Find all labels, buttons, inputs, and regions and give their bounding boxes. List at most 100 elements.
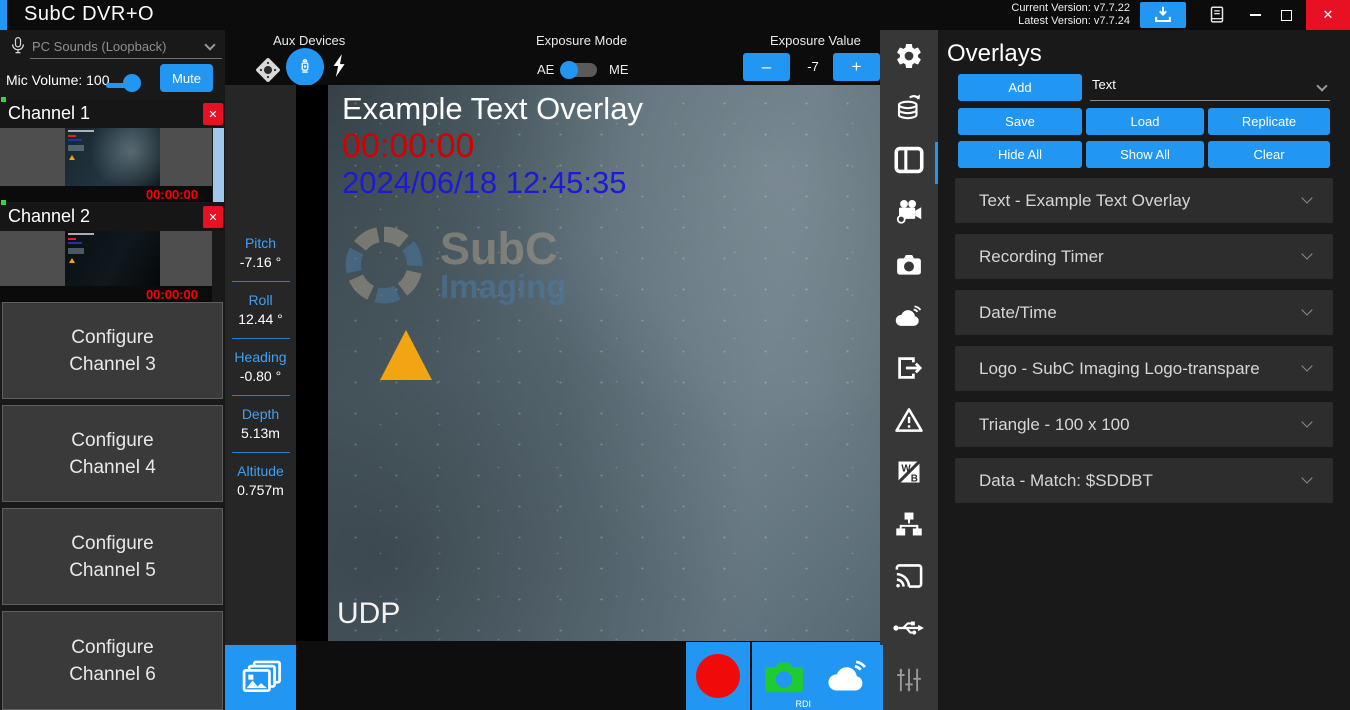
layout-button[interactable]	[880, 134, 938, 186]
channel-name: Channel 2	[8, 206, 90, 227]
overlay-list: Text - Example Text Overlay Recording Ti…	[955, 178, 1333, 514]
channel-1-header: Channel 1 ✕	[0, 100, 225, 128]
snapshot-button[interactable]: RDI	[752, 642, 816, 710]
export-button[interactable]	[880, 342, 938, 394]
data-restore-button[interactable]	[880, 82, 938, 134]
cloud-upload-button[interactable]	[816, 642, 880, 710]
update-download-button[interactable]	[1140, 2, 1186, 28]
title-bar: SubC DVR+O Current Version: v7.7.22 Late…	[0, 0, 1350, 30]
overlay-type-select[interactable]: Text	[1090, 74, 1330, 101]
download-icon	[1152, 4, 1174, 26]
aux-lantern-button[interactable]	[286, 48, 324, 86]
record-button[interactable]	[686, 642, 750, 710]
cloud-upload-icon	[824, 656, 872, 696]
save-overlays-button[interactable]: Save	[958, 108, 1082, 135]
overlay-item-data-match[interactable]: Data - Match: $SDDBT	[955, 458, 1333, 503]
telemetry-label: Roll	[225, 292, 296, 308]
channel-close-button[interactable]: ✕	[203, 103, 223, 125]
exposure-ae-label: AE	[537, 62, 554, 77]
channel-2-thumbnail[interactable]	[0, 231, 212, 286]
network-button[interactable]	[880, 498, 938, 550]
audio-device-underline	[30, 58, 222, 59]
recording-timer-overlay: 00:00:00	[342, 127, 474, 166]
overlay-item-logo[interactable]: Logo - SubC Imaging Logo-transpare	[955, 346, 1333, 391]
thumb-detail	[69, 258, 75, 263]
configure-channel-label: Configure Channel 6	[57, 634, 169, 688]
minimize-button[interactable]	[1240, 0, 1270, 30]
overlay-item-triangle[interactable]: Triangle - 100 x 100	[955, 402, 1333, 447]
video-letterbox	[296, 85, 328, 641]
channel-timer: 00:00:00	[146, 287, 198, 302]
maximize-button[interactable]	[1270, 0, 1302, 30]
lantern-icon	[294, 55, 316, 79]
load-overlays-button[interactable]: Load	[1086, 108, 1204, 135]
text-overlay: Example Text Overlay	[342, 91, 643, 127]
warning-icon	[894, 406, 924, 434]
exposure-increase-button[interactable]: +	[833, 53, 880, 81]
video-settings-button[interactable]	[880, 186, 938, 238]
datetime-overlay: 2024/06/18 12:45:35	[342, 165, 626, 201]
configure-channel-label: Configure Channel 4	[57, 427, 169, 481]
thumb-detail	[69, 155, 75, 160]
hide-all-button[interactable]: Hide All	[958, 141, 1082, 168]
white-balance-button[interactable]: W B	[880, 446, 938, 498]
select-underline	[1090, 100, 1330, 101]
media-gallery-button[interactable]	[225, 645, 296, 710]
flash-icon[interactable]	[329, 52, 351, 80]
settings-button[interactable]	[880, 30, 938, 82]
close-button[interactable]: ✕	[1306, 0, 1350, 30]
exposure-mode-toggle[interactable]	[561, 63, 597, 77]
overlay-item-label: Recording Timer	[979, 247, 1104, 267]
usb-button[interactable]	[880, 602, 938, 654]
video-source-label: UDP	[337, 597, 400, 631]
overlay-item-label: Logo - SubC Imaging Logo-transpare	[979, 359, 1260, 379]
adjustments-button[interactable]	[880, 654, 938, 706]
aux-marker-icon[interactable]	[251, 53, 285, 87]
replicate-overlays-button[interactable]: Replicate	[1208, 108, 1330, 135]
cloud-button[interactable]	[880, 290, 938, 342]
chevron-down-icon	[1301, 416, 1312, 427]
manual-button[interactable]	[1194, 2, 1240, 28]
alerts-button[interactable]	[880, 394, 938, 446]
divider	[232, 452, 290, 453]
current-version: Current Version: v7.7.22	[1011, 2, 1130, 15]
configure-channel-4-button[interactable]: Configure Channel 4	[2, 405, 223, 502]
cast-button[interactable]	[880, 550, 938, 602]
channel-active-indicator	[1, 97, 6, 102]
show-all-button[interactable]: Show All	[1086, 141, 1204, 168]
channel-1-thumbnail[interactable]	[0, 128, 212, 186]
clear-overlays-button[interactable]: Clear	[1208, 141, 1330, 168]
exposure-decrease-button[interactable]: –	[743, 53, 790, 81]
channel-name: Channel 1	[8, 103, 90, 124]
mic-volume-label: Mic Volume: 100	[6, 72, 110, 88]
logo-subtitle: Imaging	[440, 270, 567, 303]
close-icon: ✕	[208, 211, 217, 224]
channel-close-button[interactable]: ✕	[203, 206, 223, 228]
overlay-item-text[interactable]: Text - Example Text Overlay	[955, 178, 1333, 223]
close-icon: ✕	[1323, 7, 1334, 23]
channel-list-scrollbar[interactable]	[213, 128, 224, 202]
video-preview: Example Text Overlay 00:00:00 2024/06/18…	[328, 85, 880, 641]
configure-channel-3-button[interactable]: Configure Channel 3	[2, 302, 223, 399]
mute-button[interactable]: Mute	[160, 64, 213, 92]
channel-1-timer-row: 00:00:00	[0, 186, 212, 202]
configure-channel-5-button[interactable]: Configure Channel 5	[2, 508, 223, 605]
configure-channel-6-button[interactable]: Configure Channel 6	[2, 611, 223, 710]
audio-device-select[interactable]: PC Sounds (Loopback)	[32, 39, 200, 54]
add-overlay-button[interactable]: Add	[958, 74, 1082, 101]
chevron-down-icon	[1301, 192, 1312, 203]
chevron-down-icon	[204, 39, 215, 50]
export-icon	[894, 353, 924, 383]
exposure-mode-label: Exposure Mode	[536, 33, 627, 48]
maximize-icon	[1281, 10, 1292, 21]
mic-volume-slider-knob[interactable]	[123, 74, 141, 92]
overlay-item-datetime[interactable]: Date/Time	[955, 290, 1333, 335]
channel-1-video-preview	[65, 128, 160, 186]
snapshot-tool-button[interactable]	[880, 238, 938, 290]
overlay-item-recording-timer[interactable]: Recording Timer	[955, 234, 1333, 279]
close-icon: ✕	[208, 108, 217, 121]
aux-devices-label: Aux Devices	[273, 33, 345, 48]
divider	[232, 395, 290, 396]
thumb-detail	[68, 135, 76, 137]
svg-text:B: B	[911, 473, 918, 484]
